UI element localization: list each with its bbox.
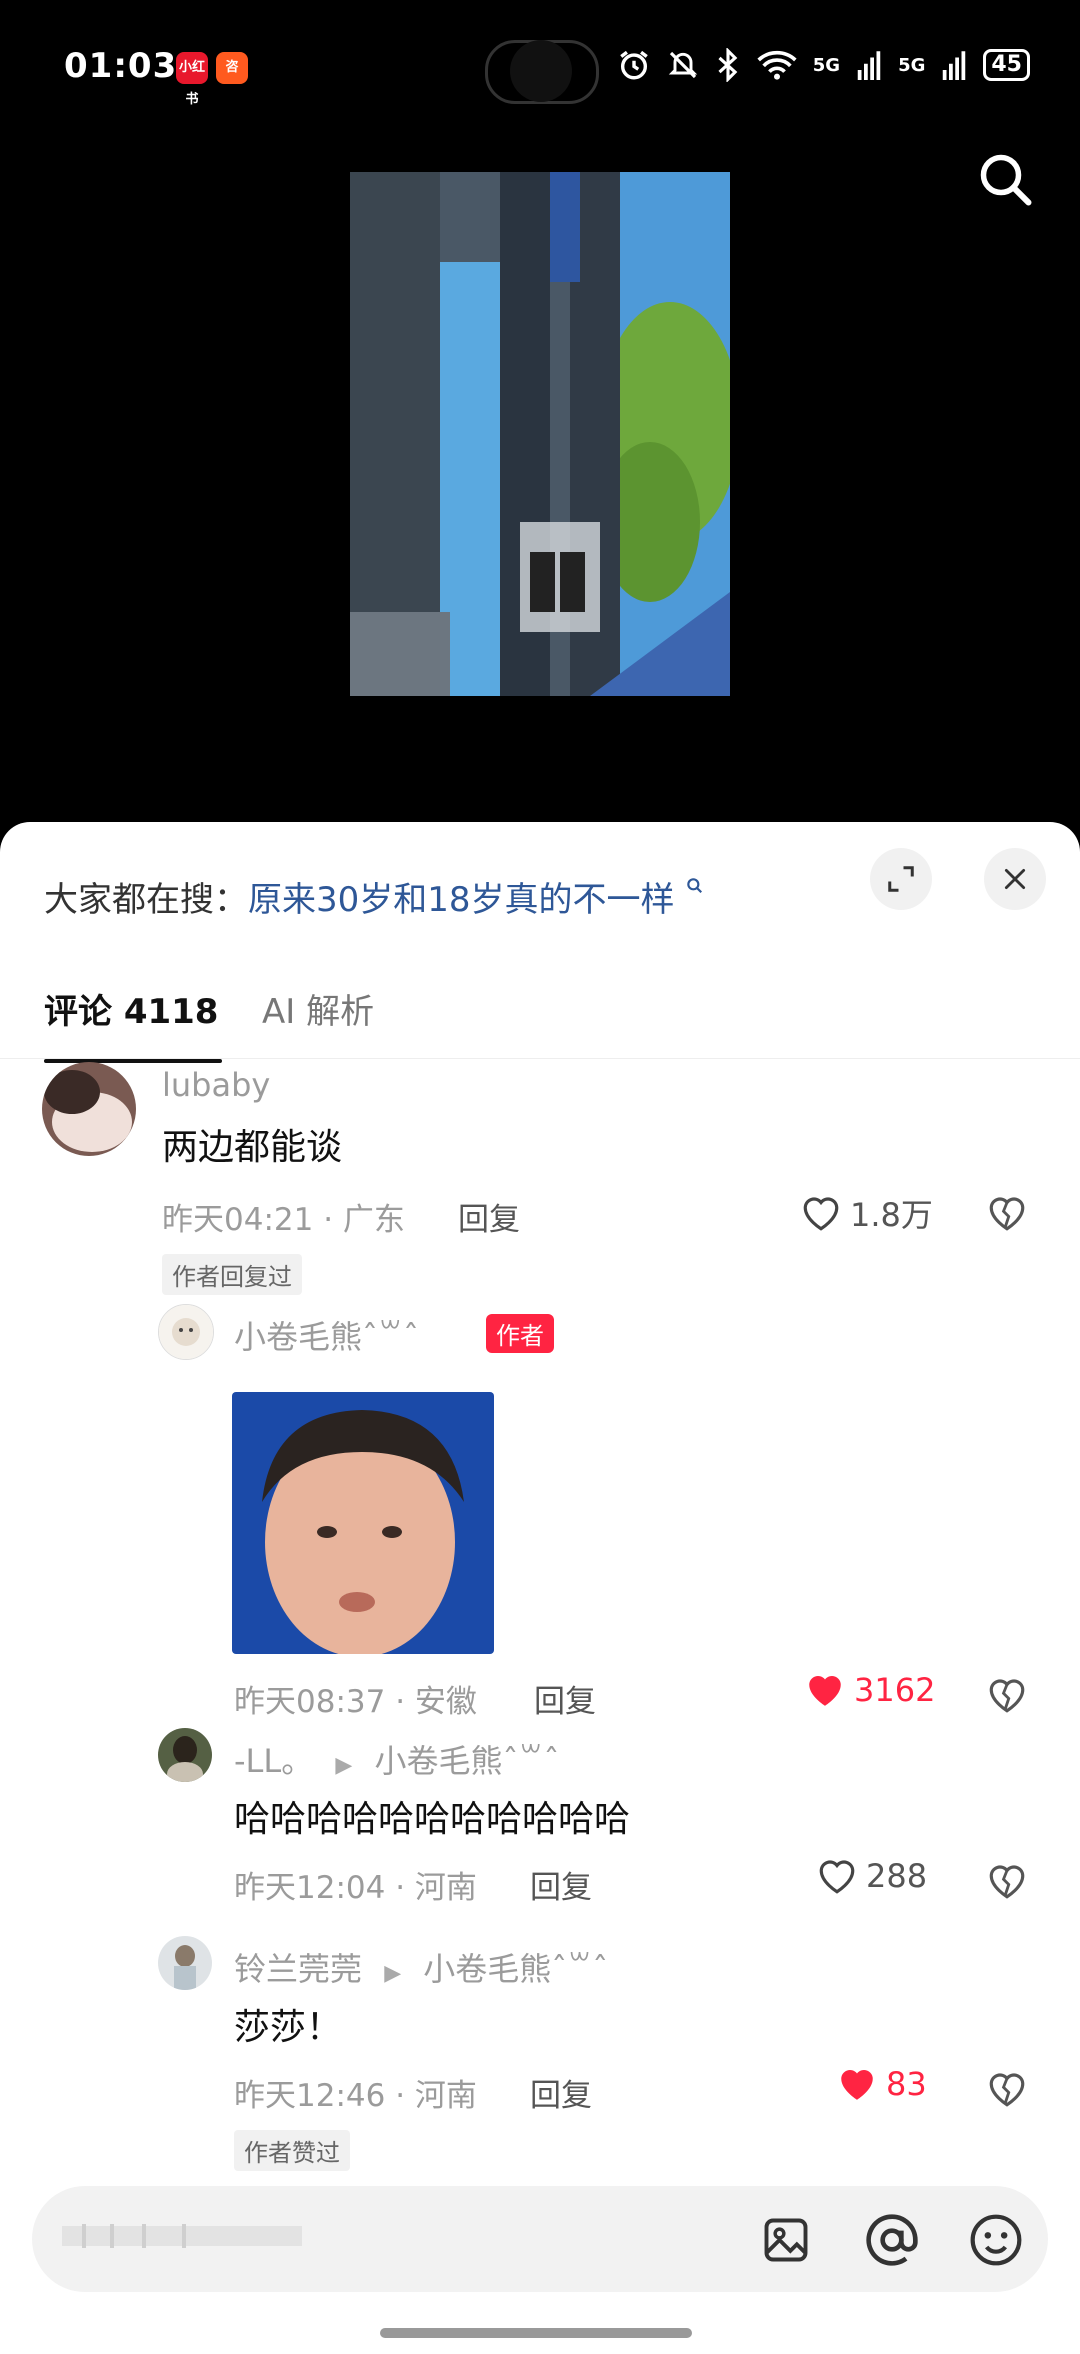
at-icon[interactable] [864,2212,920,2268]
active-tab-underline [44,1059,223,1063]
expand-icon [888,866,914,892]
like-button[interactable]: 83 [836,2064,927,2104]
author-badge: 作者 [486,1314,554,1353]
status-time: 01:03 [64,46,178,86]
dislike-icon[interactable] [986,2068,1028,2110]
reply-header: 铃兰莞莞 ▶ 小卷毛熊ˆ꒳ˆ [234,1944,608,1990]
tab-comments[interactable]: 评论 4118 [44,984,223,1063]
search-icon[interactable] [976,150,1036,210]
notification-app-icon: 咨 [216,52,248,84]
signal-icon-2 [943,51,966,80]
hot-search-label: 大家都在搜： [44,880,248,920]
comment-time: 昨天12:04 [234,1870,386,1906]
close-button[interactable] [984,848,1046,910]
reply-arrow-icon: ▶ [335,1753,353,1778]
avatar-image [159,1305,213,1359]
bluetooth-icon [718,48,738,82]
comment-location: 河南 [414,1870,477,1906]
hot-search-query[interactable]: 原来30岁和18岁真的不一样 [248,880,675,920]
comment-meta: 昨天08:37 · 安徽 [234,1684,477,1720]
heart-outline-icon [803,1197,839,1231]
network-5g-2: 5G [898,54,926,76]
dislike-icon[interactable] [986,1192,1028,1234]
video-thumbnail[interactable] [350,172,730,696]
author-replied-tag: 作者回复过 [162,1254,302,1295]
small-search-icon [687,878,703,894]
wifi-icon [757,50,797,80]
reply-arrow-icon: ▶ [384,1961,402,1986]
meme-image [232,1392,494,1654]
heart-filled-icon [809,1676,841,1706]
comment-tabs: 评论 4118 AI 解析 [0,962,1080,1063]
comment-meta: 昨天12:46 · 河南 [234,2078,477,2114]
emoji-icon[interactable] [968,2212,1024,2268]
image-icon[interactable] [760,2214,812,2266]
comment-meta: 昨天04:21 · 广东 [162,1202,405,1238]
comment-time: 昨天12:46 [234,2078,386,2114]
expand-button[interactable] [870,848,932,910]
camera-dot [510,40,572,102]
comment-time: 昨天08:37 [234,1684,386,1720]
alarm-icon [619,50,648,80]
signal-icon-1 [857,51,881,80]
reply-button[interactable]: 回复 [534,1676,596,1721]
like-button[interactable]: 1.8万 [800,1190,933,1236]
like-count: 3162 [854,1671,936,1709]
xiaohongshu-app-icon: 小红书 [176,52,208,107]
reply-header: -LL。 ▶ 小卷毛熊ˆ꒳ˆ [234,1736,560,1782]
avatar-image [158,1936,212,1990]
network-5g-1: 5G [812,54,841,76]
reply-username[interactable]: 小卷毛熊ˆ꒳ˆ [234,1312,419,1358]
video-frame-image [350,172,730,696]
home-indicator[interactable] [380,2328,692,2338]
comment-sheet: 大家都在搜：原来30岁和18岁真的不一样 评论 4118 AI 解析 lubab… [0,822,1080,2354]
tab-ai-label: AI 解析 [262,992,375,1032]
hot-search-row[interactable]: 大家都在搜：原来30岁和18岁真的不一样 [44,872,705,921]
dislike-icon[interactable] [986,1674,1028,1716]
comment-location: 安徽 [414,1684,477,1720]
comment-text: 哈哈哈哈哈哈哈哈哈哈哈 [234,1799,631,1840]
comment-location: 河南 [414,2078,477,2114]
avatar[interactable] [158,1304,214,1360]
comment-meta: 昨天12:04 · 河南 [234,1870,477,1906]
comment-input-bar[interactable] [32,2186,1048,2292]
avatar[interactable] [42,1062,136,1156]
battery-indicator: 45 [983,49,1030,81]
close-icon [1004,868,1026,890]
like-button[interactable]: 288 [816,1856,927,1896]
like-count: 83 [886,2065,927,2103]
avatar-image [158,1728,212,1782]
like-button[interactable]: 3162 [804,1670,935,1710]
reply-username[interactable]: 铃兰莞莞 [234,1950,362,1988]
comment-image[interactable] [232,1392,494,1654]
reply-button[interactable]: 回复 [458,1194,520,1239]
comment-location: 广东 [342,1202,405,1238]
reply-to-username[interactable]: 小卷毛熊ˆ꒳ˆ [423,1950,608,1988]
avatar-image [42,1062,136,1156]
dislike-icon[interactable] [986,1860,1028,1902]
blurred-placeholder [62,2224,302,2248]
status-bar: 01:03 小红书 咨 5G 5G 45 [0,0,1080,140]
comment-text: 莎莎！ [234,2007,343,2048]
avatar[interactable] [158,1728,212,1782]
comment-input-field[interactable] [62,2216,322,2256]
like-count: 288 [866,1857,928,1895]
comment-username[interactable]: lubaby [162,1066,270,1104]
reply-to-username[interactable]: 小卷毛熊ˆ꒳ˆ [374,1742,559,1780]
reply-button[interactable]: 回复 [530,2070,592,2115]
tab-ai-analysis[interactable]: AI 解析 [262,984,374,1033]
heart-outline-icon [819,1860,855,1894]
status-icons: 5G 5G 45 [617,48,1030,82]
like-count: 1.8万 [850,1196,933,1234]
comment-text: 两边都能谈 [162,1127,343,1168]
avatar[interactable] [158,1936,212,1990]
comment-time: 昨天04:21 [162,1202,314,1238]
heart-filled-icon [841,2070,873,2100]
author-liked-tag: 作者赞过 [234,2130,350,2171]
reply-username[interactable]: -LL。 [234,1742,313,1780]
tab-comments-label: 评论 4118 [44,992,219,1032]
reply-button[interactable]: 回复 [530,1862,592,1907]
mute-icon [668,51,697,79]
